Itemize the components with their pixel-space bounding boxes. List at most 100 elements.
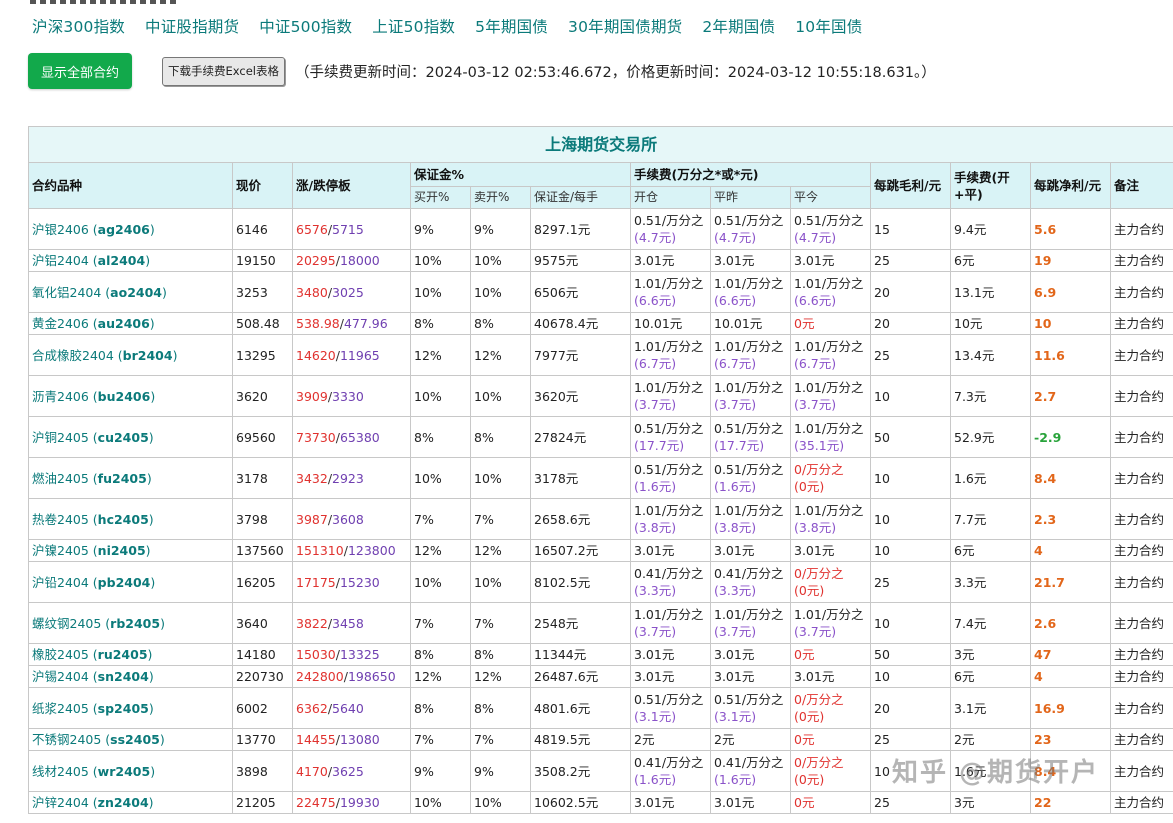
contract-name[interactable]: 不锈钢2405 (32, 732, 101, 747)
contract-name[interactable]: 沪铜2405 (32, 430, 89, 445)
fee-sub: (0元) (794, 479, 825, 494)
contract-paren: ) (149, 221, 155, 237)
fee-open-cell: 0.51/万分之 (1.6元) (630, 457, 711, 499)
margin-buy-cell: 10% (410, 457, 471, 499)
fee-main: 0.51/万分之 (714, 213, 784, 228)
price-cell: 3898 (232, 750, 293, 792)
fee-close-yesterday-cell: 3.01元 (710, 643, 791, 666)
contract-name[interactable]: 沪铝2404 (32, 253, 89, 268)
nav-link[interactable]: 沪深300指数 (32, 15, 125, 37)
nav-link[interactable]: 30年期国债期货 (568, 15, 682, 37)
contract-name[interactable]: 氧化铝2404 (32, 285, 101, 300)
contract-name[interactable]: 沪铅2404 (32, 575, 89, 590)
download-excel-button[interactable]: 下载手续费Excel表格 (162, 56, 285, 86)
contract-code[interactable]: wr2405 (98, 764, 151, 779)
contract-code[interactable]: ni2405 (98, 543, 146, 558)
contract-cell[interactable]: 纸浆2405 (sp2405) (28, 687, 233, 729)
nav-link[interactable]: 10年国债 (795, 15, 862, 37)
contract-name[interactable]: 合成橡胶2404 (32, 348, 114, 363)
nav-link[interactable]: 上证50指数 (372, 15, 455, 37)
contract-cell[interactable]: 沪镍2405 (ni2405) (28, 539, 233, 562)
table-row: 氧化铝2404 (ao2404) 3253 3480/3025 10% 10% 6506元… (28, 271, 1173, 313)
contract-name[interactable]: 沪锌2404 (32, 795, 89, 810)
fee-total-cell: 6元 (950, 665, 1031, 688)
fee-sub: (3.7元) (794, 397, 837, 412)
contract-name[interactable]: 沪银2406 (32, 222, 89, 237)
contract-code[interactable]: ag2406 (98, 222, 150, 237)
contract-code[interactable]: bu2406 (98, 389, 151, 404)
contract-paren: ( (88, 647, 98, 662)
nav-link[interactable]: 5年期国债 (475, 15, 548, 37)
contract-code[interactable]: fu2405 (98, 471, 147, 486)
contract-paren: ( (88, 669, 98, 684)
contract-code[interactable]: cu2405 (98, 430, 149, 445)
contract-cell[interactable]: 沪银2406 (ag2406) (28, 208, 233, 250)
contract-code[interactable]: zn2404 (98, 795, 149, 810)
contract-name[interactable]: 橡胶2405 (32, 647, 89, 662)
contract-cell[interactable]: 不锈钢2405 (ss2405) (28, 728, 233, 751)
fee-main: 0元 (794, 316, 815, 331)
contract-cell[interactable]: 沥青2406 (bu2406) (28, 375, 233, 417)
fee-main: 0元 (794, 647, 815, 662)
note-cell: 主力合约 (1109, 457, 1173, 499)
contract-name[interactable]: 沪锡2404 (32, 669, 89, 684)
contract-cell[interactable]: 沪铅2404 (pb2404) (28, 561, 233, 603)
nav-link[interactable]: 中证500指数 (259, 15, 352, 37)
contract-name[interactable]: 燃油2405 (32, 471, 89, 486)
tick-net-cell: 23 (1030, 728, 1111, 751)
contract-code[interactable]: al2404 (98, 253, 146, 268)
contract-name[interactable]: 螺纹钢2405 (32, 616, 101, 631)
margin-per-lot-cell: 11344元 (530, 643, 631, 666)
fee-main: 0.51/万分之 (634, 692, 704, 707)
nav-link[interactable]: 2年期国债 (702, 15, 775, 37)
price-cell: 14180 (232, 643, 293, 666)
header-margin-per-lot: 保证金/每手 (530, 186, 631, 209)
limits-cell: 151310/123800 (292, 539, 411, 562)
contract-paren: ( (88, 543, 98, 558)
fee-main: 0/万分之 (794, 566, 844, 581)
fee-open-cell: 0.41/万分之 (1.6元) (630, 750, 711, 792)
contract-cell[interactable]: 合成橡胶2404 (br2404) (28, 334, 233, 376)
show-all-contracts-button[interactable]: 显示全部合约 (28, 53, 132, 89)
contract-cell[interactable]: 螺纹钢2405 (rb2405) (28, 602, 233, 644)
contract-code[interactable]: ss2405 (110, 732, 160, 747)
contract-cell[interactable]: 沪锡2404 (sn2404) (28, 665, 233, 688)
contract-code[interactable]: br2404 (123, 348, 173, 363)
contract-name[interactable]: 线材2405 (32, 764, 89, 779)
limit-down: 3625 (332, 763, 364, 779)
contract-paren: ( (101, 732, 111, 747)
contract-cell[interactable]: 线材2405 (wr2405) (28, 750, 233, 792)
contract-code[interactable]: hc2405 (98, 512, 149, 527)
contract-name[interactable]: 沪镍2405 (32, 543, 89, 558)
note-cell: 主力合约 (1109, 602, 1173, 644)
contract-cell[interactable]: 沪锌2404 (zn2404) (28, 791, 233, 814)
contract-cell[interactable]: 沪铝2404 (al2404) (28, 249, 233, 272)
contract-name[interactable]: 沥青2406 (32, 389, 89, 404)
nav-link[interactable]: 中证股指期货 (145, 15, 239, 37)
note-cell: 主力合约 (1109, 271, 1173, 313)
contract-code[interactable]: sn2404 (98, 669, 149, 684)
contract-name[interactable]: 黄金2406 (32, 316, 89, 331)
contract-code[interactable]: rb2405 (110, 616, 160, 631)
contract-cell[interactable]: 氧化铝2404 (ao2404) (28, 271, 233, 313)
contract-cell[interactable]: 燃油2405 (fu2405) (28, 457, 233, 499)
limit-up: 3987 (296, 511, 328, 527)
contract-name[interactable]: 热卷2405 (32, 512, 89, 527)
contract-code[interactable]: ru2405 (98, 647, 148, 662)
margin-sell-cell: 12% (470, 334, 531, 376)
contract-cell[interactable]: 热卷2405 (hc2405) (28, 498, 233, 540)
contract-paren: ( (113, 347, 123, 363)
fee-close-yesterday-cell: 0.51/万分之 (4.7元) (710, 208, 791, 250)
contract-code[interactable]: sp2405 (98, 701, 149, 716)
limit-down: 3330 (332, 388, 364, 404)
contract-cell[interactable]: 黄金2406 (au2406) (28, 312, 233, 335)
fee-close-today-cell: 0元 (790, 728, 871, 751)
contract-code[interactable]: pb2404 (98, 575, 151, 590)
contract-code[interactable]: ao2404 (110, 285, 162, 300)
contract-code[interactable]: au2406 (98, 316, 150, 331)
fee-close-yesterday-cell: 1.01/万分之 (3.8元) (710, 498, 791, 540)
contract-name[interactable]: 纸浆2405 (32, 701, 89, 716)
contract-cell[interactable]: 橡胶2405 (ru2405) (28, 643, 233, 666)
limit-up: 4170 (296, 763, 328, 779)
contract-cell[interactable]: 沪铜2405 (cu2405) (28, 416, 233, 458)
